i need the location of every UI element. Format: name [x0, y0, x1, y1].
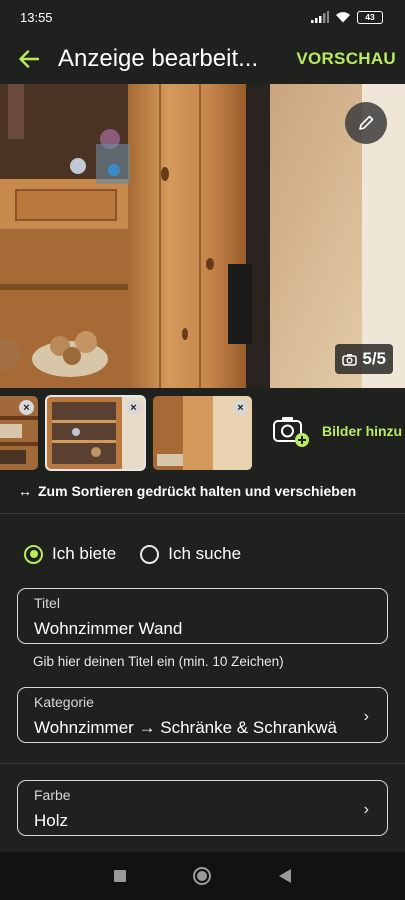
battery-icon: 43: [357, 10, 383, 24]
radio-offer[interactable]: Ich biete: [24, 544, 116, 564]
color-field-value: Holz: [34, 811, 69, 830]
back-button[interactable]: [0, 34, 58, 84]
title-field[interactable]: Titel Wohnzimmer Wand: [17, 588, 388, 644]
radio-unselected-icon: [140, 544, 160, 564]
furniture-photo: [0, 84, 405, 388]
add-photos-button[interactable]: Bilder hinzu: [272, 414, 402, 448]
system-nav-bar: [0, 852, 405, 900]
color-field[interactable]: Farbe Holz ›: [17, 780, 388, 836]
arrow-left-icon: [19, 50, 39, 68]
app-bar: Anzeige bearbeit... VORSCHAU: [0, 34, 405, 84]
title-field-label: Titel: [34, 595, 60, 611]
offer-type-selector: Ich biete Ich suche: [24, 544, 241, 564]
recents-icon[interactable]: [113, 869, 127, 883]
preview-button[interactable]: VORSCHAU: [290, 49, 405, 69]
main-photo[interactable]: 5/5: [0, 84, 405, 388]
thumbnail[interactable]: ×: [45, 395, 146, 471]
chevron-right-icon: ›: [363, 708, 369, 725]
sort-hint: ↔ Zum Sortieren gedrückt halten und vers…: [18, 483, 356, 499]
back-nav-icon[interactable]: [278, 868, 292, 884]
page-title: Anzeige bearbeit...: [58, 45, 259, 72]
title-field-value[interactable]: Wohnzimmer Wand: [34, 619, 371, 639]
status-bar: 13:55 43: [0, 0, 405, 34]
photo-count-badge: 5/5: [335, 344, 393, 374]
remove-photo-button[interactable]: ×: [126, 400, 141, 415]
thumbnail[interactable]: ×: [153, 396, 252, 470]
camera-icon: [342, 353, 358, 366]
category-field-label: Kategorie: [34, 694, 94, 710]
thumbnail-strip: × × × Bilder hinzu: [0, 395, 405, 471]
title-helper-text: Gib hier deinen Titel ein (min. 10 Zeich…: [33, 654, 284, 669]
pencil-icon: [359, 115, 374, 130]
add-photos-label: Bilder hinzu: [322, 423, 403, 439]
wifi-icon: [336, 12, 350, 23]
radio-search[interactable]: Ich suche: [140, 544, 241, 564]
add-photo-icon: [273, 417, 309, 447]
category-field[interactable]: Kategorie Wohnzimmer → Schränke & Schran…: [17, 687, 388, 743]
divider: [0, 763, 405, 764]
radio-offer-label: Ich biete: [52, 544, 117, 563]
chevron-right-icon: ›: [363, 801, 369, 818]
remove-photo-button[interactable]: ×: [19, 400, 34, 415]
drag-horizontal-icon: ↔: [18, 483, 32, 499]
thumbnail[interactable]: ×: [0, 396, 38, 470]
signal-icon: [311, 11, 329, 23]
color-field-label: Farbe: [34, 787, 71, 803]
sort-hint-text: Zum Sortieren gedrückt halten und versch…: [38, 483, 357, 499]
radio-selected-icon: [24, 544, 43, 564]
status-time: 13:55: [20, 9, 53, 25]
remove-photo-button[interactable]: ×: [233, 400, 248, 415]
radio-search-label: Ich suche: [168, 544, 242, 563]
category-field-value: Wohnzimmer → Schränke & Schrankwä: [34, 718, 337, 737]
edit-photo-button[interactable]: [345, 102, 387, 144]
divider: [0, 513, 405, 514]
home-icon[interactable]: [192, 866, 212, 886]
photo-count: 5/5: [362, 349, 386, 368]
status-icons: 43: [311, 10, 383, 24]
